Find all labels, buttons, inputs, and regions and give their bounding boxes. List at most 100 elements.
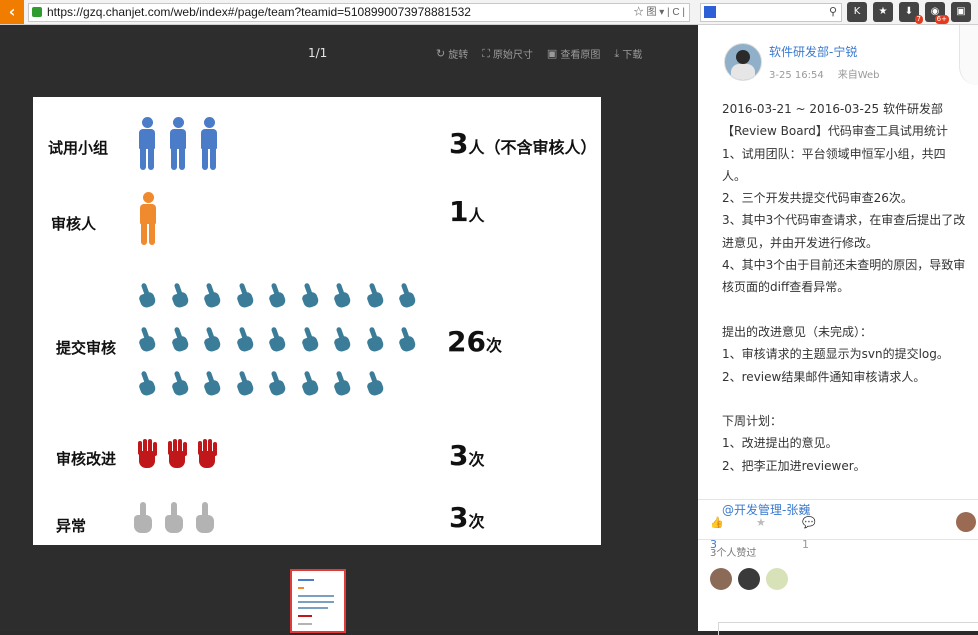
current-user-avatar[interactable] [956,512,976,532]
pointing-hand-icon [364,326,385,354]
thumb-line [298,615,312,617]
pointing-hand-icon [364,370,385,398]
stat-anomalies: 3次 [449,501,485,534]
avatar-body [731,64,755,80]
stat-unit: 人 [468,206,485,225]
pointing-hand-icon [331,326,352,354]
red-hand-icon [136,439,158,469]
grey-hand-icon [194,502,216,534]
post-line [722,299,968,321]
download-label: 下载 [622,50,643,61]
post-line: 下周计划： [722,414,783,429]
stat-trial-group: 3人（不含审核人） [449,127,597,160]
post-body: 2016-03-21 ~ 2016-03-25 软件研发部【Review Boa… [722,98,968,522]
pointing-hand-icon [234,282,255,310]
grey-hand-icon [163,502,185,534]
view-original-button[interactable]: ▣ 查看原图 [547,46,600,61]
extension-k-icon[interactable]: K [847,2,867,22]
thumb-line [298,579,314,581]
thumb-line [298,595,334,597]
stat-submissions: 26次 [447,325,502,358]
stat-number: 1 [449,195,469,228]
pointing-hand-icon [201,370,222,398]
pointing-hand-icon [331,282,352,310]
post-line: 2016-03-21 ~ 2016-03-25 软件研发部【Review Boa… [722,102,948,139]
image-icon: ▣ [546,47,558,60]
page-indicator: 1/1 [308,46,328,60]
address-tools[interactable]: ☆ 图 ▾ | C | [634,4,685,21]
pointing-hand-icon [136,370,157,398]
game-badge: 6+ [934,15,949,24]
person-icon [168,117,188,171]
grey-hand-icon [132,502,154,534]
post-source: 来自Web [837,70,880,81]
stat-unit: 次 [468,450,485,469]
original-size-button[interactable]: ⛶ 原始尺寸 [482,46,533,62]
divider [698,499,978,500]
red-hand-icon [196,439,218,469]
divider [698,539,978,540]
post-line: 1、试用团队：平台领域申恒军小组，共四人。 [722,146,946,183]
row-label-anomalies: 异常 [56,517,87,535]
likers-label: 3个人赞过 [710,548,757,559]
extension-menu-icon[interactable]: ▣ [951,2,971,22]
search-engine-icon[interactable] [704,6,716,18]
back-button[interactable]: ‹ [0,0,24,24]
thumb-line [298,587,304,589]
person-icon [199,117,219,171]
address-bar[interactable]: https://gzq.chanjet.com/web/index#/page/… [28,3,690,22]
liker-avatar[interactable] [738,568,760,590]
stat-unit: 人（不含审核人） [468,138,597,157]
download-icon[interactable]: ⬇ 7 [899,2,923,24]
stat-unit: 次 [468,512,485,531]
row-label-trial-group: 试用小组 [48,139,109,157]
reply-input[interactable] [718,622,978,635]
thumb-line [298,607,328,609]
stat-unit: 次 [485,336,502,355]
author-avatar[interactable] [724,43,762,81]
post-line: 2、把李正加进reviewer。 [722,458,866,473]
fullsize-icon: ⛶ [482,46,490,60]
post-line: 4、其中3个由于目前还未查明的原因，导致审核页面的diff查看异常。 [722,258,966,295]
image-viewer: 1/1 ↻ 旋转 ⛶ 原始尺寸 ▣ 查看原图 ⤓ 下载 试用小组 审核人 提交审核 审核… [0,25,698,633]
post-line: 3、其中3个代码审查请求，在审查后提出了改进意见，并由开发进行修改。 [722,213,966,250]
browser-toolbar: ‹ https://gzq.chanjet.com/web/index#/pag… [0,0,978,25]
favorite-star-icon[interactable]: ★ [756,512,766,534]
stat-reviewer: 1人 [449,195,485,228]
download-badge: 7 [914,15,923,24]
game-icon[interactable]: ◉ 6+ [925,2,949,24]
rotate-button[interactable]: ↻ 旋转 [436,46,468,61]
pointing-hand-icon [299,326,320,354]
row-label-improvements: 审核改进 [56,450,117,468]
search-box[interactable]: ⚲ [700,3,842,22]
pointing-hand-icon [396,326,417,354]
pointing-hand-icon [331,370,352,398]
favorites-star-icon[interactable]: ★ [873,2,893,22]
secure-lock-icon [32,7,42,17]
stat-improvements: 3次 [449,439,485,472]
download-image-button[interactable]: ⤓ 下载 [614,46,643,62]
pointing-hand-icon [169,370,190,398]
stat-number: 26 [447,325,486,358]
pointing-hand-icon [136,326,157,354]
pointing-hand-icon [169,326,190,354]
comment-button[interactable]: 💬 1 [802,512,816,556]
author-name[interactable]: 软件研发部-宁锐 [769,41,857,63]
pointing-hand-icon [201,282,222,310]
stat-number: 3 [449,439,469,472]
post-line [722,388,968,410]
stat-number: 3 [449,501,469,534]
person-icon [138,192,158,246]
thumb-line [298,623,312,625]
post-line: 2、review结果邮件通知审核请求人。 [722,369,926,384]
liker-avatar[interactable] [710,568,732,590]
original-size-label: 原始尺寸 [492,50,533,61]
liker-avatar[interactable] [766,568,788,590]
search-icon[interactable]: ⚲ [829,5,837,18]
post-meta: 3-25 16:54 来自Web [769,65,880,87]
pointing-hand-icon [201,326,222,354]
post-line [722,477,968,499]
stat-number: 3 [449,127,469,160]
thumbnail-selected[interactable] [290,569,346,633]
download-arrow-icon: ⤓ [614,46,620,60]
